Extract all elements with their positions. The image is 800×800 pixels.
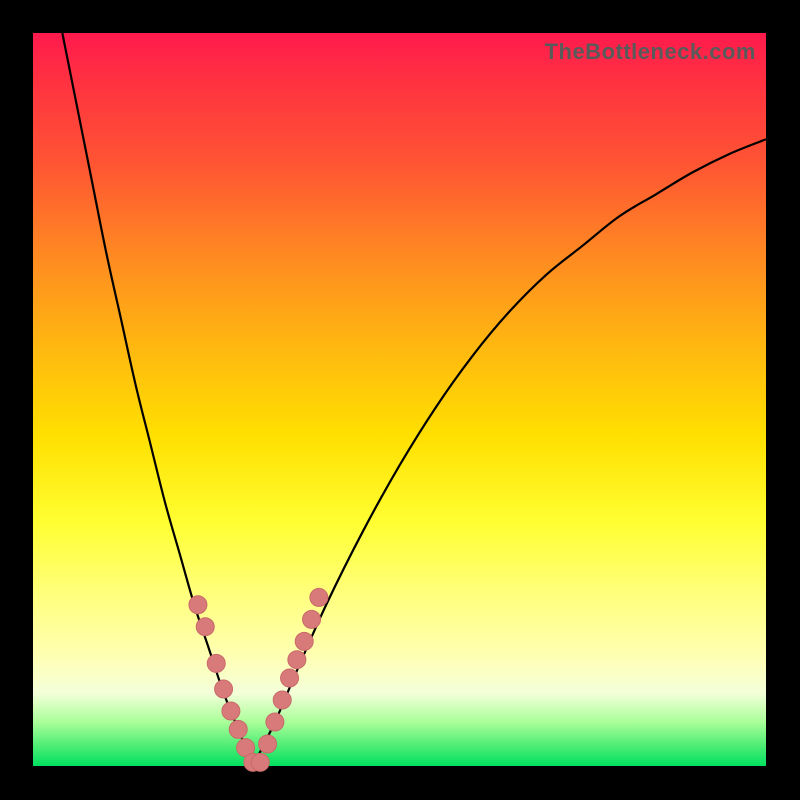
curve-left-branch [62,33,253,766]
marker-point [310,588,328,606]
marker-point [273,691,291,709]
marker-point [251,753,269,771]
marker-point [222,702,240,720]
curve-layer [33,33,766,766]
marker-point [281,669,299,687]
marker-point [259,735,277,753]
marker-point [189,596,207,614]
marker-point [295,632,313,650]
marker-point [229,720,247,738]
marker-point [207,654,225,672]
marker-point [266,713,284,731]
plot-area: TheBottleneck.com [33,33,766,766]
chart-container: TheBottleneck.com [0,0,800,800]
curve-right-branch [253,139,766,766]
marker-point [288,651,306,669]
marker-point [215,680,233,698]
marker-point [303,610,321,628]
marker-point [196,618,214,636]
